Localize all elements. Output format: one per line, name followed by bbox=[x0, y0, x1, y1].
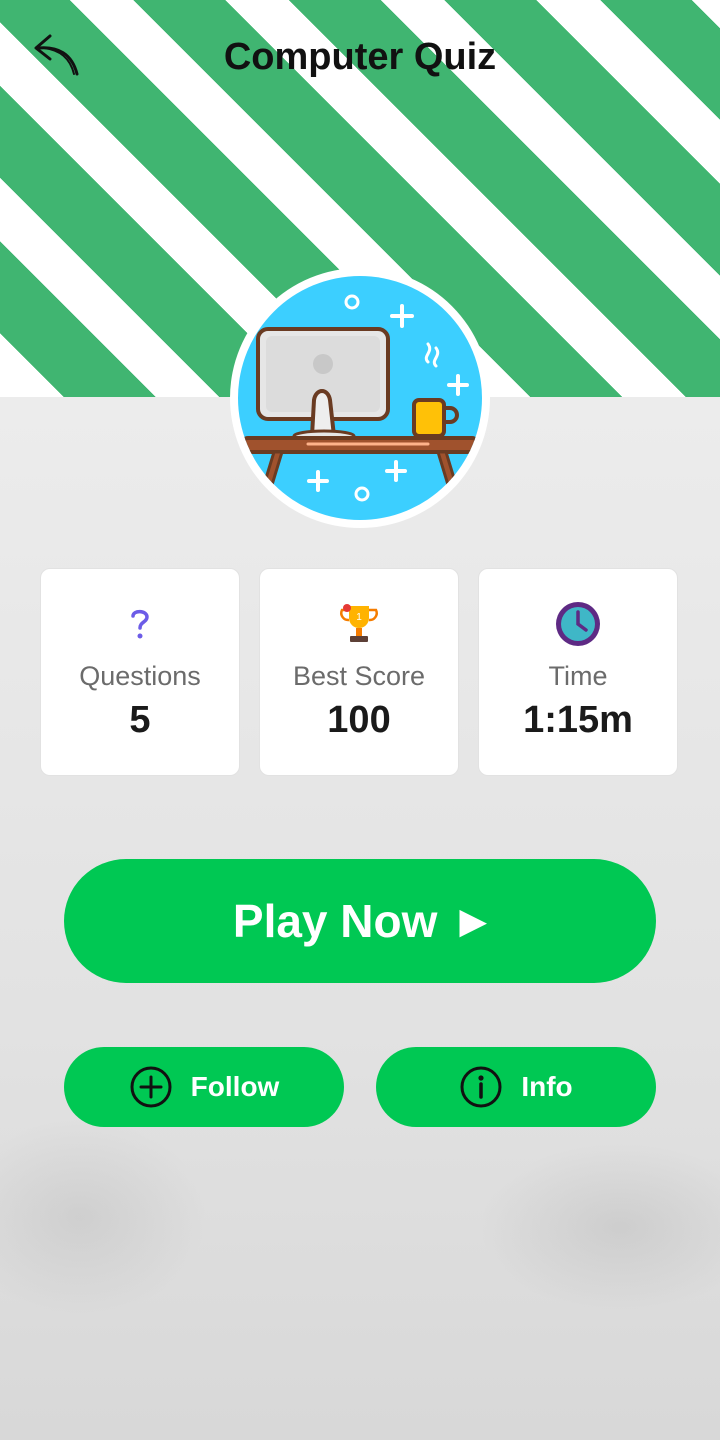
follow-button[interactable]: Follow bbox=[64, 1047, 344, 1127]
questions-label: Questions bbox=[79, 661, 201, 691]
info-circle-icon bbox=[460, 1066, 502, 1108]
info-label: Info bbox=[521, 1071, 573, 1102]
follow-label: Follow bbox=[190, 1071, 280, 1102]
time-value: 1:15m bbox=[523, 699, 633, 741]
svg-text:1: 1 bbox=[356, 612, 362, 623]
clock-icon bbox=[556, 602, 600, 646]
best-score-card: 1 Best Score 100 bbox=[259, 568, 459, 776]
questions-card: Questions 5 bbox=[40, 568, 240, 776]
quiz-hero-image bbox=[230, 268, 490, 528]
back-arrow-icon bbox=[34, 34, 79, 76]
computer-desk-illustration bbox=[240, 294, 480, 502]
question-mark-icon bbox=[131, 609, 149, 639]
plus-circle-icon bbox=[130, 1066, 172, 1108]
trophy-icon: 1 bbox=[340, 604, 378, 642]
questions-value: 5 bbox=[129, 699, 151, 741]
back-button[interactable] bbox=[28, 26, 84, 82]
play-now-button[interactable]: Play Now ▶ bbox=[64, 859, 656, 983]
info-button[interactable]: Info bbox=[376, 1047, 656, 1127]
time-label: Time bbox=[548, 661, 608, 691]
play-now-label: Play Now bbox=[232, 895, 438, 947]
best-score-value: 100 bbox=[327, 699, 391, 741]
play-arrow-icon: ▶ bbox=[459, 900, 488, 941]
page-title: Computer Quiz bbox=[223, 36, 497, 78]
best-score-label: Best Score bbox=[292, 661, 426, 691]
time-card: Time 1:15m bbox=[478, 568, 678, 776]
